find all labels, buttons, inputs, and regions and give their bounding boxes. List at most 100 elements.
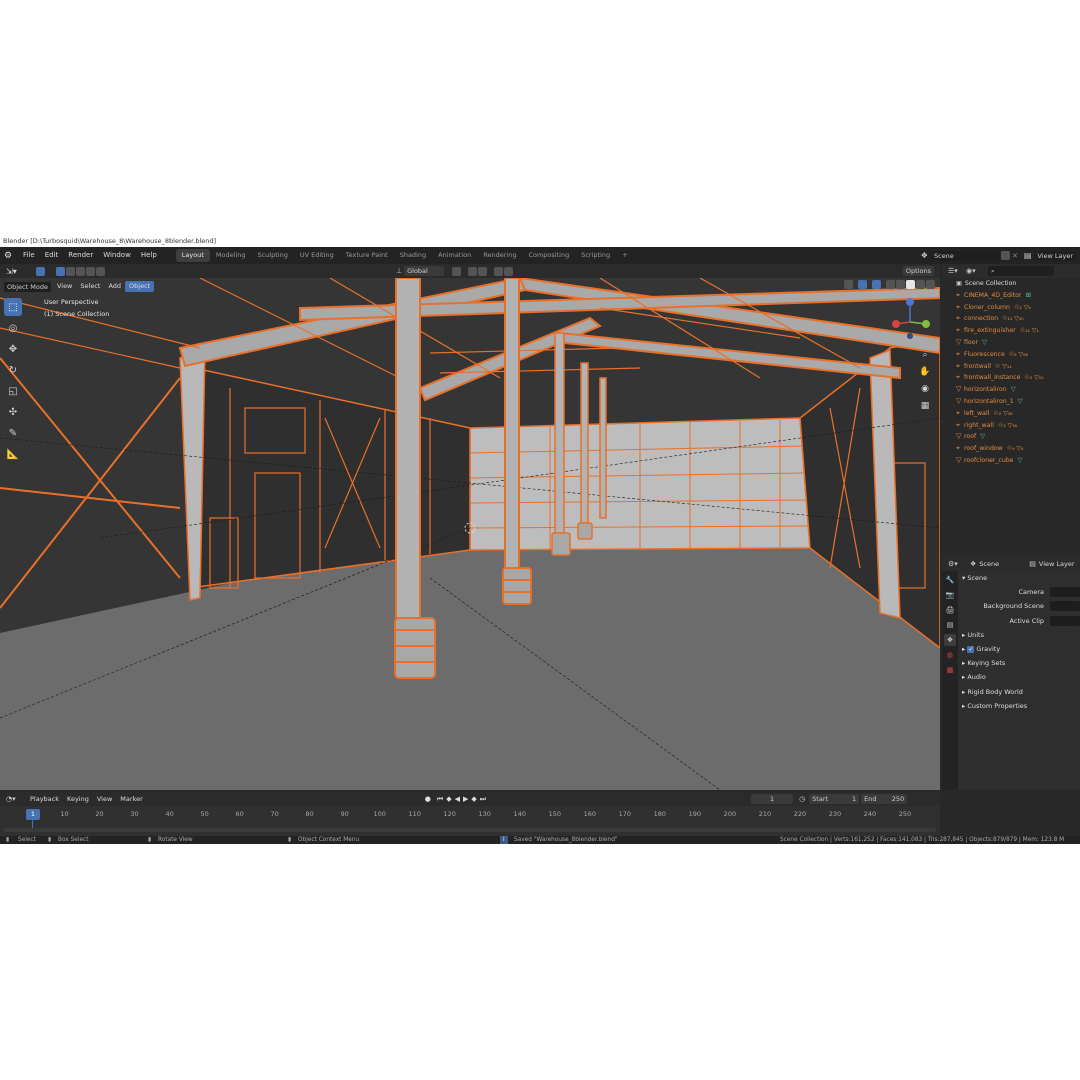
texture-tab-icon[interactable]: ▩ xyxy=(944,664,956,676)
active-clip-field[interactable] xyxy=(1050,615,1080,626)
timeline-menu-keying[interactable]: Keying xyxy=(63,794,93,805)
outliner-item[interactable]: ⌖ frontwall_Instance ♲₂ ▽₁₀ xyxy=(942,372,1080,384)
scene-selector[interactable]: Scene xyxy=(930,250,999,261)
xray-icon[interactable] xyxy=(886,280,895,289)
rigid-body-world-panel[interactable]: ▸ Rigid Body World xyxy=(958,685,1080,699)
world-tab-icon[interactable]: ◍ xyxy=(944,649,956,661)
material-shading-icon[interactable] xyxy=(916,280,925,289)
add-workspace-button[interactable]: + xyxy=(616,249,633,262)
outliner-item[interactable]: ⌖ left_wall ♲₂ ▽₃₆ xyxy=(942,408,1080,420)
proportional-editing-icon[interactable] xyxy=(494,266,504,276)
workspace-tab-sculpting[interactable]: Sculpting xyxy=(251,249,293,262)
workspace-tab-scripting[interactable]: Scripting xyxy=(575,249,616,262)
timeline-menu-marker[interactable]: Marker xyxy=(116,794,146,805)
audio-panel[interactable]: ▸ Audio xyxy=(958,670,1080,684)
outliner-search-input[interactable]: ⌕ xyxy=(988,266,1054,276)
jump-end-icon[interactable]: ⏭ xyxy=(480,795,486,804)
outliner-item[interactable]: ▽ roofcloner_cube ▽ xyxy=(942,455,1080,467)
measure-tool-icon[interactable]: 📐 xyxy=(4,445,22,463)
select-new-icon[interactable] xyxy=(56,266,65,276)
workspace-tab-modeling[interactable]: Modeling xyxy=(210,249,252,262)
start-frame-field[interactable]: Start 1 xyxy=(809,794,860,804)
3d-viewport[interactable]: Object Mode View Select Add Object User … xyxy=(0,278,940,790)
outliner-item[interactable]: ⌖ CINEMA_4D_Editor ⊞ xyxy=(942,290,1080,302)
camera-view-icon[interactable]: ◉ xyxy=(918,382,932,396)
select-subtract-icon[interactable] xyxy=(76,266,85,276)
pan-icon[interactable]: ✋ xyxy=(918,365,932,379)
snap-icon[interactable] xyxy=(468,266,478,276)
tool-tab-icon[interactable]: 🔧 xyxy=(944,574,956,586)
options-dropdown[interactable]: Options xyxy=(902,266,934,276)
overlay-icon[interactable] xyxy=(872,280,881,289)
properties-scene-label[interactable]: Scene xyxy=(979,560,1029,568)
menu-help[interactable]: Help xyxy=(136,247,162,264)
viewport-menu-add[interactable]: Add xyxy=(104,281,125,292)
orientation-dropdown[interactable]: Global xyxy=(404,266,445,276)
play-reverse-icon[interactable]: ◀ xyxy=(455,795,460,803)
view-layer-tab-icon[interactable]: ▤ xyxy=(944,619,956,631)
output-tab-icon[interactable]: 🖨 xyxy=(944,604,956,616)
properties-view-layer-label[interactable]: View Layer xyxy=(1039,560,1075,568)
menu-file[interactable]: File xyxy=(18,247,40,264)
units-panel[interactable]: ▸ Units xyxy=(958,628,1080,642)
viewport-menu-view[interactable]: View xyxy=(53,281,76,292)
object-mode-dropdown[interactable]: Object Mode xyxy=(4,281,51,292)
pivot-icon[interactable] xyxy=(452,266,462,276)
outliner-editor-icon[interactable]: ☰▾ xyxy=(948,267,966,275)
outliner-item[interactable]: ⌖ fire_extinguisher ♲₁₂ ▽₁ xyxy=(942,325,1080,337)
menu-render[interactable]: Render xyxy=(63,247,98,264)
properties-editor-icon[interactable]: ⚙▾ xyxy=(948,560,970,568)
navigation-gizmo[interactable] xyxy=(886,294,934,342)
viewport-menu-select[interactable]: Select xyxy=(76,281,104,292)
timeline-editor-icon[interactable]: ◔▾ xyxy=(6,795,26,803)
select-mode-icon[interactable] xyxy=(36,266,45,276)
annotate-tool-icon[interactable]: ✎ xyxy=(4,424,22,442)
perspective-toggle-icon[interactable]: ▦ xyxy=(918,399,932,413)
workspace-tab-compositing[interactable]: Compositing xyxy=(522,249,575,262)
viewport-menu-object[interactable]: Object xyxy=(125,281,155,292)
gizmo-icon[interactable] xyxy=(858,280,867,289)
scene-collection-row[interactable]: ▣ Scene Collection xyxy=(942,278,1080,290)
timeline-menu-view[interactable]: View xyxy=(93,794,116,805)
timeline-scrollbar[interactable] xyxy=(4,828,936,832)
display-mode-icon[interactable]: ◉▾ xyxy=(966,267,988,275)
workspace-tab-shading[interactable]: Shading xyxy=(394,249,432,262)
editor-type-icon[interactable]: ⇲▾ xyxy=(6,267,30,276)
outliner-item[interactable]: ⌖ frontwall ♲ ▽₁₁ xyxy=(942,361,1080,373)
wireframe-shading-icon[interactable] xyxy=(896,280,905,289)
workspace-tab-uv-editing[interactable]: UV Editing xyxy=(294,249,340,262)
view-layer-selector[interactable]: View Layer xyxy=(1034,250,1076,261)
rotate-tool-icon[interactable]: ↻ xyxy=(4,361,22,379)
select-invert-icon[interactable] xyxy=(86,266,95,276)
outliner-item[interactable]: ⌖ Fluorescence ♲₈ ▽₆₈ xyxy=(942,349,1080,361)
menu-edit[interactable]: Edit xyxy=(40,247,64,264)
snap-target-icon[interactable] xyxy=(478,266,488,276)
play-icon[interactable]: ▶ xyxy=(463,795,468,803)
current-frame-field[interactable]: 1 xyxy=(751,794,794,804)
end-frame-field[interactable]: End 250 xyxy=(861,794,908,804)
select-intersect-icon[interactable] xyxy=(96,266,105,276)
render-tab-icon[interactable]: 📷 xyxy=(944,589,956,601)
transform-tool-icon[interactable]: ✣ xyxy=(4,403,22,421)
playhead[interactable]: 1 xyxy=(26,809,40,820)
outliner-item[interactable]: ⌖ roof_window ♲₉ ▽₈ xyxy=(942,443,1080,455)
background-scene-field[interactable] xyxy=(1050,601,1080,612)
timeline-menu-playback[interactable]: Playback xyxy=(26,794,63,805)
jump-start-icon[interactable]: ⏮ xyxy=(437,795,443,804)
rendered-shading-icon[interactable] xyxy=(926,280,935,289)
camera-field[interactable] xyxy=(1050,587,1080,598)
select-box-tool-icon[interactable]: ⬚ xyxy=(4,298,22,316)
workspace-tab-texture-paint[interactable]: Texture Paint xyxy=(340,249,394,262)
zoom-icon[interactable]: ⌕ xyxy=(918,348,932,362)
close-icon[interactable]: ✕ xyxy=(1012,252,1018,260)
timeline[interactable]: 10 20 30 40 50 60 70 80 90 100 110 120 130 140 150 160 1… xyxy=(0,806,940,836)
cursor-tool-icon[interactable]: ◎ xyxy=(4,319,22,337)
workspace-tab-animation[interactable]: Animation xyxy=(432,249,477,262)
keying-sets-panel[interactable]: ▸ Keying Sets xyxy=(958,656,1080,670)
select-extend-icon[interactable] xyxy=(66,266,75,276)
outliner-item[interactable]: ▽ floor ▽ xyxy=(942,337,1080,349)
visibility-icon[interactable] xyxy=(844,280,853,289)
outliner-item[interactable]: ⌖ connection ♲₁₁ ▽₄₀ xyxy=(942,313,1080,325)
next-keyframe-icon[interactable]: ◆ xyxy=(471,795,476,803)
outliner-item[interactable]: ⌖ right_wall ♲₂ ▽₃₆ xyxy=(942,420,1080,432)
